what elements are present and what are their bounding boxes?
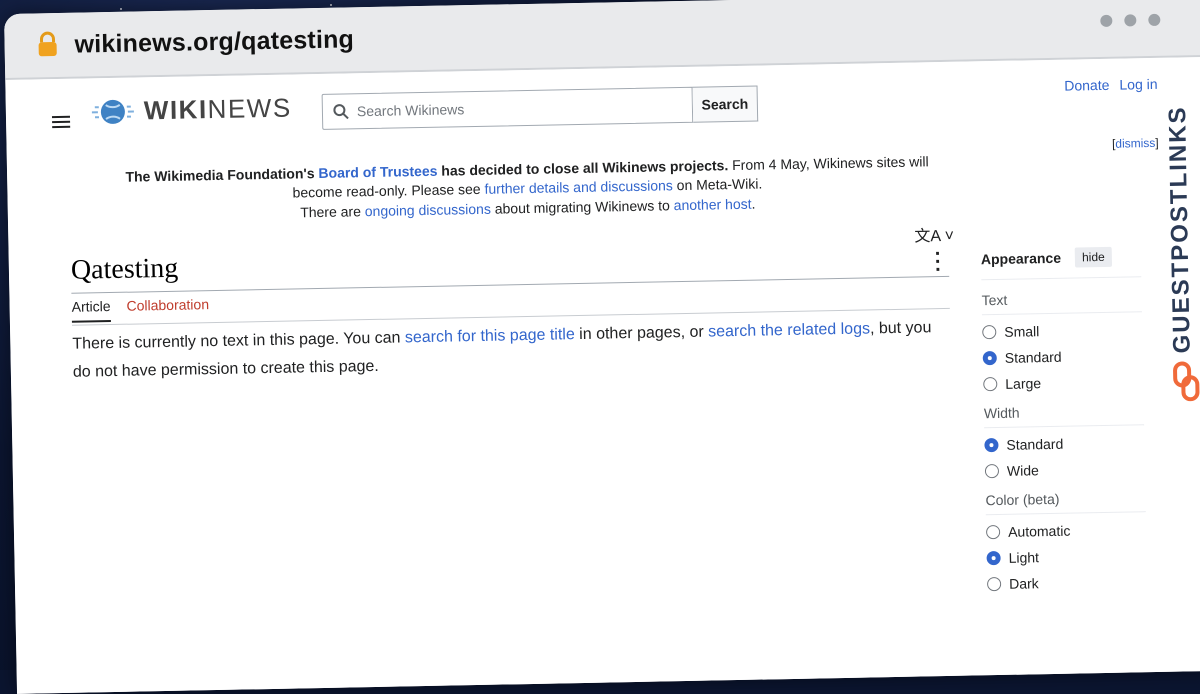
hide-button[interactable]: hide (1074, 246, 1112, 268)
search-placeholder: Search Wikinews (356, 101, 465, 120)
text-section-label: Text (981, 289, 1142, 316)
radio-selected-icon (986, 550, 1001, 566)
color-section-label: Color (beta) (985, 489, 1146, 516)
watermark: GUESTPOSTLINKS (1162, 105, 1200, 414)
discussions-link[interactable]: ongoing discussions (365, 201, 491, 219)
radio-selected-icon (982, 351, 997, 366)
personal-tools: Donate Log in (1064, 76, 1158, 94)
wiki-page: WIKINEWS Search Wikinews Search Donate L… (5, 56, 1200, 694)
notice-text: on Meta-Wiki. (672, 175, 763, 194)
option-label: Wide (1006, 462, 1040, 479)
menu-icon[interactable] (51, 113, 71, 131)
url-text[interactable]: wikinews.org/qatesting (74, 25, 354, 59)
search-icon (333, 104, 349, 120)
search-bar: Search Wikinews Search (321, 85, 759, 130)
body-text: in other pages, or (574, 323, 709, 344)
radio-icon (983, 377, 998, 392)
option-label: Large (1005, 375, 1042, 392)
dismiss-link[interactable]: dismiss (1115, 136, 1155, 151)
notice-text: There are (300, 203, 365, 221)
page-title: Qatesting (70, 252, 179, 286)
window-dot[interactable] (1100, 14, 1113, 27)
appearance-header: Appearance hide (980, 246, 1142, 281)
search-title-link[interactable]: search for this page title (405, 326, 575, 346)
search-button[interactable]: Search (692, 85, 759, 123)
appearance-panel: Appearance hide Text Small Standard Larg… (980, 246, 1148, 593)
option-label: Dark (1008, 575, 1039, 592)
site-logo[interactable]: WIKINEWS (90, 92, 292, 127)
logo-prefix: WIKI (143, 94, 208, 126)
window-controls (1100, 13, 1161, 27)
lock-icon (38, 31, 57, 57)
notice-text: about migrating Wikinews to (490, 197, 674, 217)
title-divider (71, 275, 950, 294)
option-label: Standard (1004, 348, 1062, 366)
page-tabs: Article Collaboration (71, 296, 209, 323)
option-label: Small (1004, 323, 1040, 340)
radio-option[interactable]: Automatic (985, 520, 1146, 541)
search-input[interactable]: Search Wikinews (321, 86, 694, 130)
globe-icon (91, 99, 134, 124)
option-label: Light (1008, 549, 1040, 566)
tab-collaboration[interactable]: Collaboration (126, 296, 209, 322)
watermark-text: GUESTPOSTLINKS (1163, 105, 1196, 354)
option-label: Standard (1006, 435, 1064, 453)
search-logs-link[interactable]: search the related logs (708, 320, 870, 340)
radio-icon (982, 325, 997, 340)
login-link[interactable]: Log in (1119, 76, 1157, 93)
radio-option[interactable]: Light (986, 546, 1146, 567)
notice-text: has decided to close all Wikinews projec… (437, 157, 729, 179)
radio-option[interactable]: Dark (986, 572, 1147, 593)
board-link[interactable]: Board of Trustees (318, 163, 437, 181)
radio-icon (985, 524, 1001, 540)
window-dot[interactable] (1148, 13, 1161, 27)
radio-option[interactable]: Small (982, 320, 1142, 341)
details-link[interactable]: further details and discussions (484, 177, 673, 197)
radio-icon (986, 576, 1002, 592)
browser-window: wikinews.org/qatesting WIKINEWS Search W… (4, 0, 1200, 694)
tab-article[interactable]: Article (71, 298, 111, 323)
radio-option[interactable]: Wide (984, 459, 1145, 480)
article-body: There is currently no text in this page.… (72, 314, 953, 387)
radio-option[interactable]: Standard (984, 433, 1144, 454)
link-icon (1173, 361, 1200, 402)
radio-selected-icon (984, 437, 999, 453)
notice-text: . (751, 195, 756, 212)
width-section-label: Width (983, 402, 1145, 429)
window-dot[interactable] (1124, 14, 1137, 27)
dismiss-notice: [dismiss] (1111, 135, 1159, 151)
logo-text: WIKINEWS (144, 92, 292, 126)
radio-icon (984, 463, 1000, 479)
notice-text: The Wikimedia Foundation's (125, 164, 319, 185)
donate-link[interactable]: Donate (1064, 77, 1109, 94)
logo-suffix: NEWS (207, 92, 292, 125)
host-link[interactable]: another host (674, 196, 752, 213)
radio-option[interactable]: Standard (982, 346, 1143, 367)
radio-option[interactable]: Large (983, 372, 1143, 393)
body-text: There is currently no text in this page.… (72, 329, 406, 353)
appearance-heading: Appearance (980, 249, 1062, 268)
more-options-icon[interactable]: · · · (935, 243, 942, 281)
option-label: Automatic (1007, 522, 1071, 540)
